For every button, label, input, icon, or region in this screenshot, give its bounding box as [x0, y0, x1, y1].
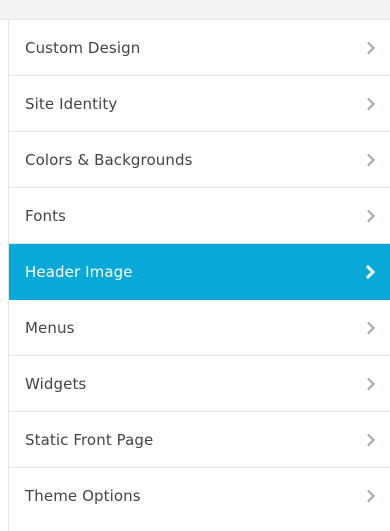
menu-item-header-image[interactable]: Header Image [9, 244, 390, 300]
menu-item-label: Widgets [25, 374, 87, 393]
menu-item-theme-options[interactable]: Theme Options [9, 468, 390, 524]
menu-item-fonts[interactable]: Fonts [9, 188, 390, 244]
menu-item-custom-design[interactable]: Custom Design [9, 20, 390, 76]
customizer-menu: Custom Design Site Identity Colors & Bac… [9, 20, 390, 531]
chevron-right-icon [362, 433, 375, 446]
menu-item-site-identity[interactable]: Site Identity [9, 76, 390, 132]
menu-item-static-front-page[interactable]: Static Front Page [9, 412, 390, 468]
menu-item-label: Theme Options [25, 487, 141, 505]
customizer-panel: Custom Design Site Identity Colors & Bac… [0, 0, 390, 531]
chevron-right-icon [362, 153, 375, 166]
menu-item-label: Site Identity [25, 94, 118, 113]
chevron-right-icon [362, 97, 375, 110]
chevron-right-icon [362, 41, 375, 54]
menu-item-widgets[interactable]: Widgets [9, 356, 390, 412]
chevron-right-icon [362, 209, 375, 222]
menu-item-label: Header Image [25, 263, 133, 281]
menu-item-colors-backgrounds[interactable]: Colors & Backgrounds [9, 132, 390, 188]
chevron-right-icon [360, 264, 376, 280]
chevron-right-icon [362, 377, 375, 390]
menu-item-label: Custom Design [25, 38, 141, 57]
menu-item-menus[interactable]: Menus [9, 300, 390, 356]
menu-item-label: Fonts [25, 206, 66, 225]
chevron-right-icon [362, 489, 375, 503]
panel-top-strip [0, 0, 390, 20]
menu-item-label: Static Front Page [25, 430, 154, 449]
chevron-right-icon [362, 321, 375, 334]
menu-item-label: Menus [25, 318, 75, 337]
menu-item-label: Colors & Backgrounds [25, 150, 193, 169]
